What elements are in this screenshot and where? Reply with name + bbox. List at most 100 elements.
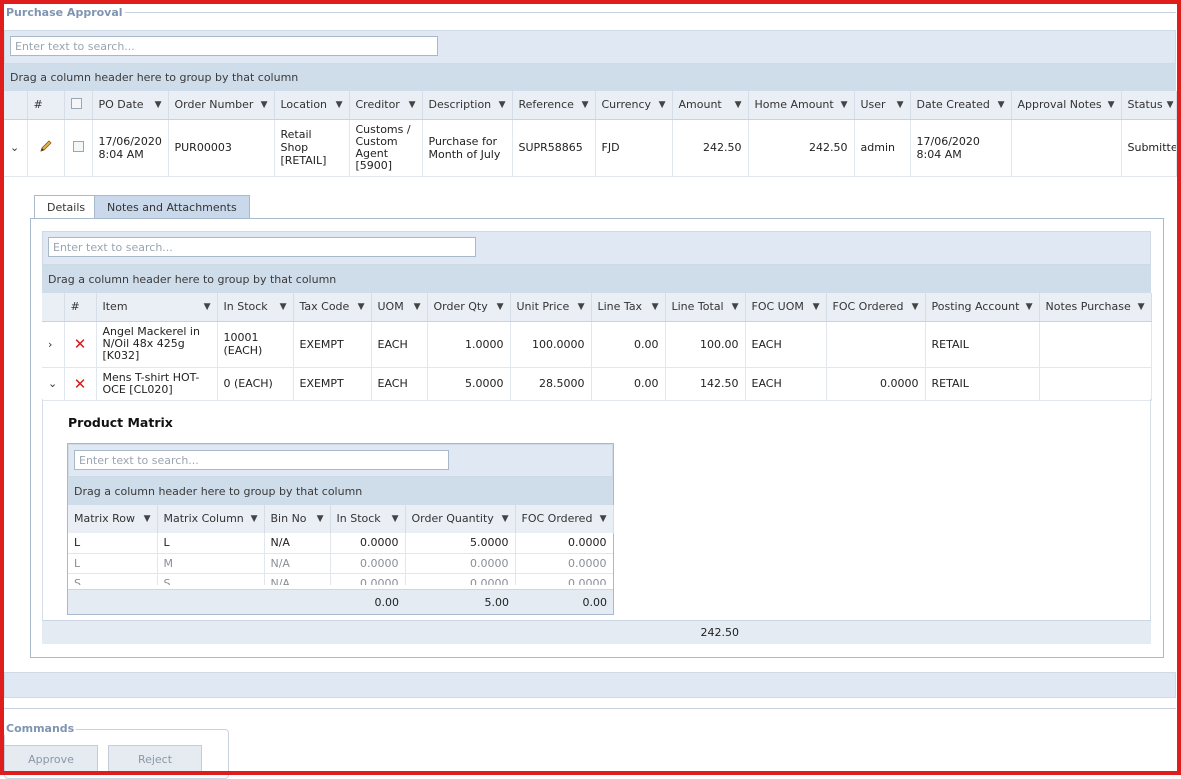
col-order-number[interactable]: Order Number ▼ (168, 91, 275, 120)
filter-icon[interactable]: ▼ (1026, 302, 1033, 312)
col-user[interactable]: User ▼ (854, 91, 911, 120)
col-bin-no[interactable]: Bin No ▼ (264, 505, 331, 534)
filter-icon[interactable]: ▼ (841, 100, 848, 110)
chevron-right-icon[interactable]: › (48, 338, 52, 351)
filter-icon[interactable]: ▼ (897, 100, 904, 110)
filter-icon[interactable]: ▼ (280, 302, 287, 312)
chevron-down-icon[interactable]: ⌄ (48, 377, 57, 390)
filter-icon[interactable]: ▼ (732, 302, 739, 312)
col-posting-account[interactable]: Posting Account ▼ (925, 293, 1040, 322)
filter-icon[interactable]: ▼ (502, 514, 509, 524)
filter-icon[interactable]: ▼ (652, 302, 659, 312)
matrix-search-input[interactable] (74, 450, 449, 470)
filter-icon[interactable]: ▼ (998, 100, 1005, 110)
col-reference[interactable]: Reference ▼ (512, 91, 596, 120)
col-order-quantity[interactable]: Order Quantity ▼ (405, 505, 516, 534)
delete-icon[interactable]: ✕ (74, 375, 87, 393)
filter-icon[interactable]: ▼ (358, 302, 365, 312)
col-date-created[interactable]: Date Created ▼ (910, 91, 1012, 120)
col-hash[interactable]: # (64, 293, 97, 322)
tab-details[interactable]: Details (34, 195, 99, 219)
collapse-row[interactable]: ⌄ (4, 119, 28, 177)
filter-icon[interactable]: ▼ (261, 100, 268, 110)
col-line-tax[interactable]: Line Tax ▼ (591, 293, 666, 322)
table-row[interactable]: ⌄ 17/06/2020 8:04 AM PUR00003 Retail Sho… (4, 119, 1177, 177)
select-all-checkbox[interactable] (70, 97, 82, 109)
matrix-group-panel[interactable]: Drag a column header here to group by th… (68, 477, 613, 505)
filter-icon[interactable]: ▼ (204, 302, 211, 312)
filter-icon[interactable]: ▼ (336, 100, 343, 110)
col-hash[interactable]: # (27, 91, 65, 120)
table-row[interactable]: L M N/A 0.0000 0.0000 0.0000 (68, 553, 613, 574)
tab-notes-and-attachments[interactable]: Notes and Attachments (94, 195, 250, 219)
col-currency[interactable]: Currency ▼ (595, 91, 673, 120)
row-select[interactable] (64, 119, 93, 177)
filter-icon[interactable]: ▼ (414, 302, 421, 312)
col-approval-notes[interactable]: Approval Notes ▼ (1011, 91, 1122, 120)
filter-icon[interactable]: ▼ (1138, 302, 1145, 312)
col-unit-price[interactable]: Unit Price ▼ (510, 293, 592, 322)
matrix-scroll-area[interactable]: L L N/A 0.0000 5.0000 0.0000 L M N/A 0.0… (68, 533, 613, 585)
cell-order-quantity: 0.0000 (405, 573, 516, 585)
col-notes-purchase[interactable]: Notes Purchase ▼ (1039, 293, 1152, 322)
col-foc-uom[interactable]: FOC UOM ▼ (745, 293, 827, 322)
approve-button[interactable]: Approve (4, 745, 98, 773)
col-in-stock[interactable]: In Stock ▼ (217, 293, 294, 322)
col-creditor[interactable]: Creditor ▼ (349, 91, 423, 120)
filter-icon[interactable]: ▼ (144, 514, 151, 524)
chevron-down-icon[interactable]: ⌄ (10, 141, 19, 154)
filter-icon[interactable]: ▼ (659, 100, 666, 110)
col-foc-ordered[interactable]: FOC Ordered ▼ (826, 293, 926, 322)
filter-icon[interactable]: ▼ (600, 514, 607, 524)
edit-cell[interactable] (27, 119, 65, 177)
filter-icon[interactable]: ▼ (251, 514, 258, 524)
col-home-amount[interactable]: Home Amount ▼ (748, 91, 855, 120)
col-in-stock[interactable]: In Stock ▼ (330, 505, 406, 534)
pencil-icon[interactable] (39, 139, 53, 153)
table-row[interactable]: S S N/A 0.0000 0.0000 0.0000 (68, 573, 613, 585)
col-description[interactable]: Description ▼ (422, 91, 513, 120)
table-row[interactable]: › ✕ Angel Mackerel in N/Oil 48x 425g [K0… (42, 321, 1152, 368)
table-row[interactable]: L L N/A 0.0000 5.0000 0.0000 (68, 533, 613, 554)
col-tax-code[interactable]: Tax Code ▼ (293, 293, 372, 322)
col-select-all[interactable] (64, 91, 93, 120)
filter-icon[interactable]: ▼ (392, 514, 399, 524)
col-amount[interactable]: Amount ▼ (672, 91, 749, 120)
col-item[interactable]: Item ▼ (96, 293, 218, 322)
filter-icon[interactable]: ▼ (497, 302, 504, 312)
top-search-input[interactable] (10, 36, 438, 56)
filter-icon[interactable]: ▼ (1167, 100, 1174, 110)
row-checkbox[interactable] (72, 140, 84, 152)
col-po-date[interactable]: PO Date ▼ (92, 91, 169, 120)
detail-group-panel[interactable]: Drag a column header here to group by th… (42, 265, 1151, 293)
col-matrix-column[interactable]: Matrix Column ▼ (157, 505, 265, 534)
table-row[interactable]: ⌄ ✕ Mens T-shirt HOT- OCE [CL020] 0 (EAC… (42, 367, 1152, 401)
filter-icon[interactable]: ▼ (409, 100, 416, 110)
cell-po-date: 17/06/2020 8:04 AM (92, 119, 169, 177)
col-order-qty[interactable]: Order Qty ▼ (427, 293, 511, 322)
filter-icon[interactable]: ▼ (155, 100, 162, 110)
delete-cell[interactable]: ✕ (64, 321, 97, 368)
filter-icon[interactable]: ▼ (912, 302, 919, 312)
filter-icon[interactable]: ▼ (1108, 100, 1115, 110)
filter-icon[interactable]: ▼ (578, 302, 585, 312)
filter-icon[interactable]: ▼ (735, 100, 742, 110)
collapse-row[interactable]: ⌄ (42, 367, 65, 401)
detail-search-input[interactable] (48, 237, 476, 257)
delete-icon[interactable]: ✕ (74, 335, 87, 353)
filter-icon[interactable]: ▼ (582, 100, 589, 110)
col-status[interactable]: Status ▼ (1121, 91, 1177, 120)
filter-icon[interactable]: ▼ (813, 302, 820, 312)
col-uom[interactable]: UOM ▼ (371, 293, 428, 322)
delete-cell[interactable]: ✕ (64, 367, 97, 401)
expand-row[interactable]: › (42, 321, 65, 368)
cell-notes-purchase (1039, 321, 1152, 368)
col-foc-ordered[interactable]: FOC Ordered ▼ (515, 505, 614, 534)
top-group-panel[interactable]: Drag a column header here to group by th… (4, 64, 1176, 91)
reject-button[interactable]: Reject (108, 745, 202, 773)
filter-icon[interactable]: ▼ (499, 100, 506, 110)
col-line-total[interactable]: Line Total ▼ (665, 293, 746, 322)
col-location[interactable]: Location ▼ (274, 91, 350, 120)
filter-icon[interactable]: ▼ (317, 514, 324, 524)
col-matrix-row[interactable]: Matrix Row ▼ (68, 505, 158, 534)
